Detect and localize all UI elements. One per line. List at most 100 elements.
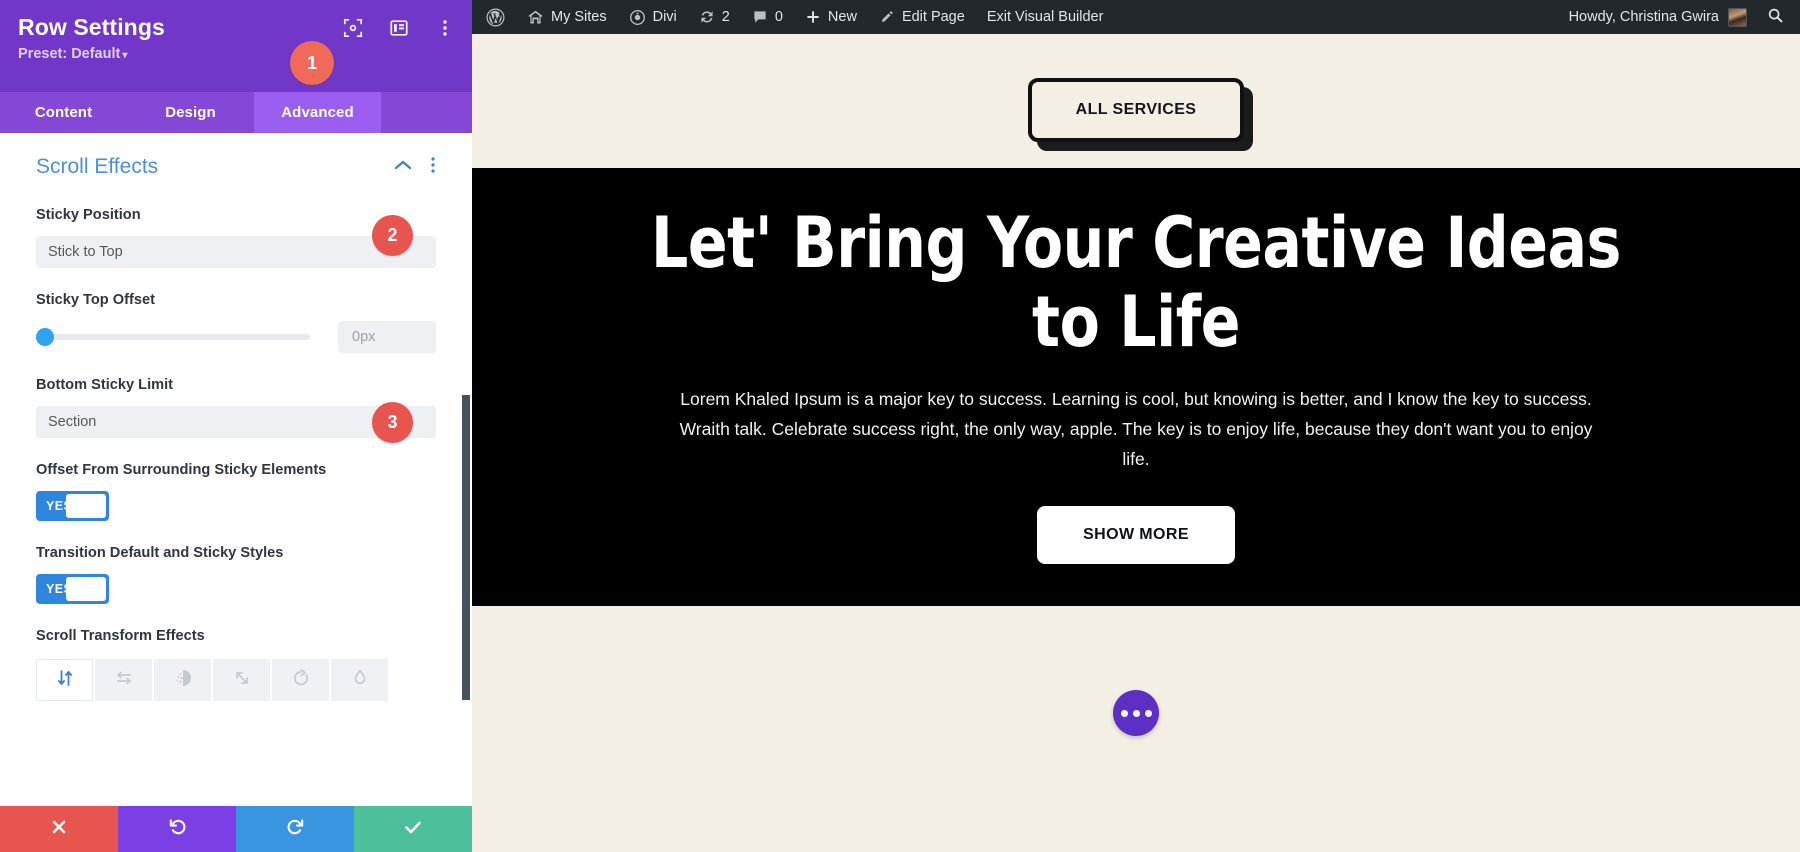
transition-styles-toggle[interactable]: YES: [36, 574, 109, 604]
admin-bar-my-sites[interactable]: My Sites: [516, 0, 618, 34]
offset-from-surrounding-toggle[interactable]: YES: [36, 491, 109, 521]
admin-bar-wordpress-logo[interactable]: [472, 0, 516, 34]
sticky-top-offset-input[interactable]: 0px: [338, 321, 436, 353]
admin-bar-divi-label: Divi: [652, 9, 677, 25]
scaling-up-down-icon: [231, 667, 253, 694]
field-offset-from-surrounding: Offset From Surrounding Sticky Elements …: [36, 460, 436, 521]
fade-in-out-option[interactable]: [154, 659, 211, 701]
ellipsis-icon: [1120, 709, 1128, 717]
divi-gauge-icon: [629, 9, 646, 26]
panel-preset-label: Preset: Default: [18, 46, 121, 62]
checkmark-icon: [402, 816, 424, 843]
all-services-row: ALL SERVICES: [472, 34, 1800, 168]
admin-bar-comments-count: 0: [774, 9, 783, 25]
field-scroll-transform-effects: Scroll Transform Effects: [36, 626, 436, 701]
bottom-sticky-limit-value: Section: [48, 414, 97, 430]
fade-in-out-icon: [172, 667, 194, 694]
tab-content[interactable]: Content: [0, 92, 127, 133]
house-multisite-icon: [527, 9, 544, 26]
show-more-row: SHOW MORE: [472, 506, 1800, 564]
redo-arrow-icon: [285, 816, 306, 842]
blur-icon: [349, 667, 371, 694]
wordpress-logo-icon: [486, 8, 505, 27]
callout-badge-3: 3: [372, 402, 413, 443]
admin-bar-exit-visual-builder[interactable]: Exit Visual Builder: [976, 0, 1115, 34]
admin-bar-updates-count: 2: [721, 9, 730, 25]
hero-heading: Let' Bring Your Creative Ideas to Life: [651, 202, 1621, 363]
all-services-button[interactable]: ALL SERVICES: [1027, 78, 1245, 142]
chevron-down-icon: ▾: [122, 50, 128, 61]
avatar: [1728, 7, 1747, 27]
close-x-icon: [49, 817, 69, 842]
search-icon: [1767, 7, 1784, 28]
field-sticky-top-offset: Sticky Top Offset 0px: [36, 290, 436, 353]
ellipsis-icon: [1132, 709, 1140, 717]
panel-scrollbar[interactable]: [462, 395, 470, 700]
divi-page-settings-fab[interactable]: [1113, 690, 1159, 736]
toggle-knob: [66, 577, 106, 601]
section-tools: [394, 156, 436, 179]
hero-paragraph: Lorem Khaled Ipsum is a major key to suc…: [679, 389, 1593, 469]
admin-bar-comments[interactable]: 0: [741, 0, 794, 34]
plus-icon: [805, 9, 821, 25]
callout-badge-1: 1: [290, 41, 334, 85]
admin-bar-divi[interactable]: Divi: [618, 0, 688, 34]
floating-action-row: [472, 690, 1800, 736]
admin-bar-edit-page[interactable]: Edit Page: [868, 0, 976, 34]
panel-preset-selector[interactable]: Preset: Default ▾: [18, 45, 454, 65]
show-more-button[interactable]: SHOW MORE: [1037, 506, 1235, 564]
sticky-top-offset-control: 0px: [36, 321, 436, 353]
panel-footer: [0, 806, 472, 852]
callout-badge-2: 2: [372, 215, 413, 256]
section-title: Scroll Effects: [36, 155, 159, 178]
fullscreen-icon[interactable]: [342, 17, 364, 39]
layout-columns-icon[interactable]: [388, 17, 410, 39]
redo-button[interactable]: [236, 806, 354, 852]
chevron-up-icon[interactable]: [394, 158, 412, 176]
slider-handle[interactable]: [36, 328, 54, 346]
scroll-transform-effects-options: [36, 659, 436, 701]
scaling-up-down-option[interactable]: [213, 659, 270, 701]
admin-bar-howdy-label: Howdy, Christina Gwira: [1568, 9, 1719, 25]
sticky-top-offset-label: Sticky Top Offset: [36, 292, 155, 308]
vertical-motion-option[interactable]: [36, 659, 93, 701]
transition-styles-label: Transition Default and Sticky Styles: [36, 545, 284, 561]
rotating-option[interactable]: [272, 659, 329, 701]
save-button[interactable]: [354, 806, 472, 852]
admin-bar-exit-visual-builder-label: Exit Visual Builder: [986, 9, 1104, 25]
scroll-transform-effects-label: Scroll Transform Effects: [36, 628, 205, 644]
page-canvas: ALL SERVICES Let' Bring Your Creative Id…: [472, 34, 1800, 852]
tab-design[interactable]: Design: [127, 92, 254, 133]
offset-from-surrounding-label: Offset From Surrounding Sticky Elements: [36, 462, 327, 478]
sticky-position-value: Stick to Top: [48, 244, 123, 260]
admin-bar-edit-page-label: Edit Page: [901, 9, 965, 25]
admin-bar-search-button[interactable]: [1757, 7, 1800, 28]
toggle-knob: [66, 494, 106, 518]
pencil-icon: [879, 9, 895, 25]
sticky-top-offset-value: 0px: [352, 329, 376, 345]
field-transition-styles: Transition Default and Sticky Styles YES: [36, 543, 436, 604]
panel-tabs: Content Design Advanced: [0, 92, 472, 133]
admin-bar-new-label: New: [827, 9, 857, 25]
tab-advanced[interactable]: Advanced: [254, 92, 381, 133]
blur-option[interactable]: [331, 659, 388, 701]
admin-bar-new[interactable]: New: [794, 0, 868, 34]
scroll-effects-section-header: Scroll Effects: [36, 133, 436, 183]
sticky-top-offset-slider[interactable]: [36, 328, 310, 346]
vertical-motion-icon: [54, 667, 76, 694]
undo-arrow-icon: [167, 816, 188, 842]
admin-bar-my-sites-label: My Sites: [551, 9, 607, 25]
horizontal-motion-icon: [113, 667, 135, 694]
undo-button[interactable]: [118, 806, 236, 852]
panel-header: Row Settings Preset: Default ▾: [0, 0, 472, 92]
horizontal-motion-option[interactable]: [95, 659, 152, 701]
comment-bubble-icon: [752, 9, 768, 25]
ellipsis-icon: [1144, 709, 1152, 717]
hero-section: Let' Bring Your Creative Ideas to Life L…: [472, 168, 1800, 606]
kebab-menu-icon[interactable]: [430, 156, 436, 179]
cancel-button[interactable]: [0, 806, 118, 852]
admin-bar-updates[interactable]: 2: [688, 0, 741, 34]
admin-bar-howdy[interactable]: Howdy, Christina Gwira: [1559, 7, 1757, 27]
bottom-sticky-limit-label: Bottom Sticky Limit: [36, 377, 174, 393]
kebab-menu-icon[interactable]: [434, 17, 456, 39]
